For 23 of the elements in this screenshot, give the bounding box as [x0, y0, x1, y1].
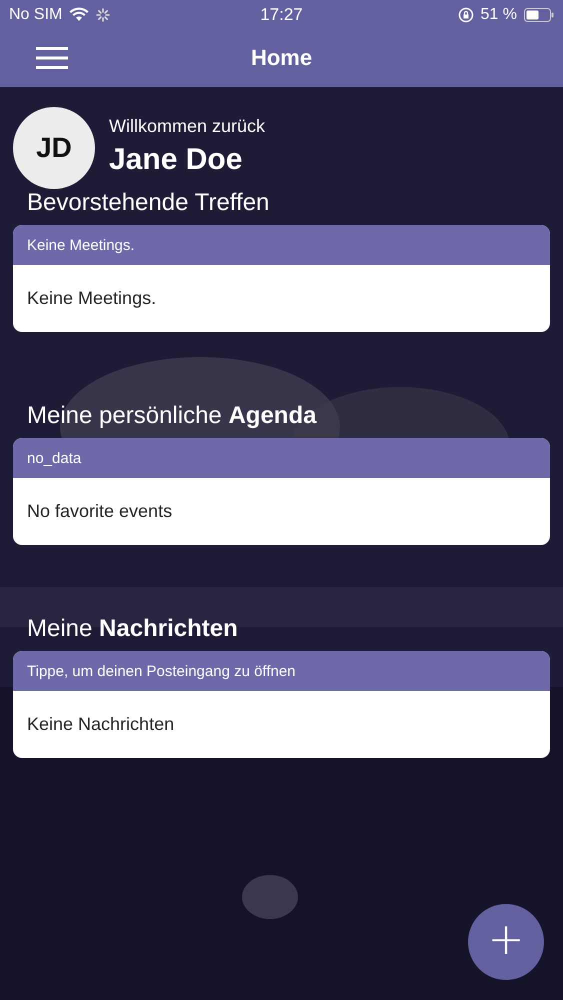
- card-header-text: Keine Meetings.: [27, 236, 135, 254]
- greeting-text: Willkommen zurück: [109, 116, 266, 136]
- card-body-text: No favorite events: [27, 501, 172, 522]
- rotation-lock-icon: [458, 6, 474, 22]
- carrier-text: No SIM: [9, 6, 62, 24]
- section-title: Bevorstehende Treffen: [26, 189, 270, 217]
- spinner-icon: [96, 8, 110, 22]
- section-title: Meine persönliche Agenda: [26, 402, 318, 430]
- page-title: Home: [250, 45, 312, 71]
- battery-percent: 51 %: [480, 6, 517, 24]
- user-name: Jane Doe: [109, 142, 244, 176]
- wifi-icon: [69, 7, 90, 22]
- card-header-text: no_data: [27, 450, 82, 466]
- card[interactable]: Tippe, um deinen Posteingang zu öffnen Keine Nachrichten: [13, 651, 550, 758]
- card-body-text: Keine Meetings.: [27, 288, 156, 309]
- menu-icon: [36, 47, 68, 69]
- card-header-text: Tippe, um deinen Posteingang zu öffnen: [27, 662, 296, 680]
- clock-text: 17:27: [260, 4, 303, 24]
- card-body-text: Keine Nachrichten: [27, 714, 174, 735]
- section-title: Meine Nachrichten: [26, 615, 239, 643]
- battery-icon: [524, 8, 554, 22]
- card[interactable]: Keine Meetings. Keine Meetings.: [13, 225, 550, 332]
- card[interactable]: no_data No favorite events: [13, 438, 550, 545]
